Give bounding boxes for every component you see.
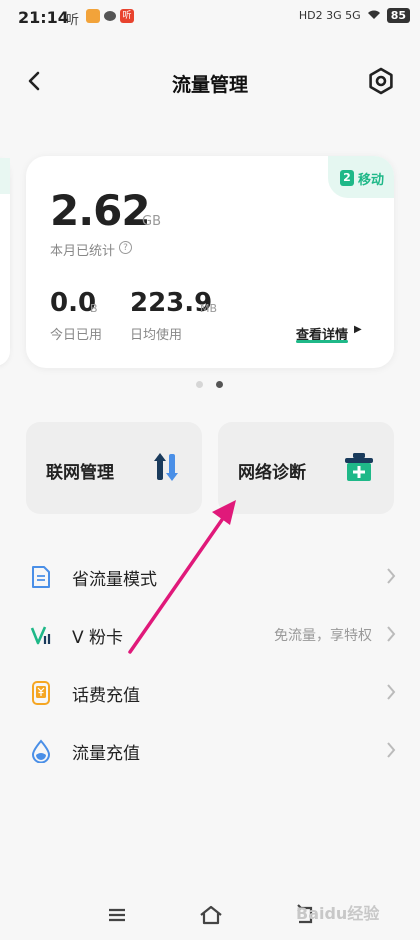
tile-label: 网络诊断	[238, 463, 306, 483]
chevron-right-icon	[387, 626, 396, 642]
menu-button[interactable]	[104, 902, 130, 928]
network-indicator: HD2 3G 5G	[298, 9, 361, 22]
list-item-phone-recharge[interactable]: 话费充值	[0, 664, 420, 722]
network-diagnosis-tile[interactable]: 网络诊断	[218, 422, 394, 514]
carousel-dot-active[interactable]	[216, 381, 223, 388]
carrier-badge: 2 移动	[328, 156, 394, 198]
watermark: Baidu经验	[296, 904, 380, 923]
page-title: 流量管理	[171, 74, 248, 96]
list-item-label: 流量充值	[72, 744, 140, 764]
battery-indicator: 85	[386, 8, 410, 23]
list-item-data-recharge[interactable]: 流量充值	[0, 722, 420, 780]
list-item-label: 话费充值	[72, 686, 140, 706]
app-notification-icon: 听	[66, 13, 80, 28]
previous-card-peek[interactable]	[0, 158, 10, 366]
status-right: HD2 3G 5G 85	[299, 8, 410, 23]
list-item-label: V 粉卡	[72, 628, 124, 648]
month-usage-unit: GB	[142, 214, 161, 229]
list-item-subtitle: 免流量，享特权	[274, 628, 372, 644]
tile-label: 联网管理	[46, 463, 114, 483]
daily-average-label: 日均使用	[130, 328, 183, 343]
settings-gear-icon	[369, 67, 393, 95]
document-saver-icon	[32, 566, 50, 588]
home-icon	[200, 905, 222, 925]
help-icon[interactable]: ?	[119, 241, 132, 254]
play-arrow-icon: ▶	[354, 324, 362, 335]
yen-recharge-icon	[32, 681, 50, 705]
wifi-icon	[367, 9, 381, 23]
list-item-label: 省流量模式	[72, 570, 157, 590]
today-usage-unit: B	[90, 302, 98, 315]
menu-icon	[109, 908, 125, 922]
home-button[interactable]	[198, 902, 224, 928]
daily-average-unit: MB	[200, 302, 218, 315]
chevron-right-icon	[387, 568, 396, 584]
list-item-v-card[interactable]: V 粉卡 免流量，享特权	[0, 606, 420, 664]
medical-kit-icon	[345, 453, 373, 481]
today-usage-label: 今日已用	[50, 328, 103, 343]
details-underline	[296, 340, 348, 343]
chevron-right-icon	[387, 684, 396, 700]
sim-slot-icon: 2	[340, 170, 354, 186]
data-transfer-icon	[154, 453, 178, 481]
message-icon	[104, 11, 116, 21]
app-notification-icon-2: 听	[120, 9, 134, 23]
network-control-tile[interactable]: 联网管理	[26, 422, 202, 514]
list-item-save-data-mode[interactable]: 省流量模式	[0, 548, 420, 606]
data-usage-card[interactable]: 2 移动 2.62 GB 本月已统计 ? 0.0 B 今日已用 223.9 MB…	[26, 156, 394, 368]
app-icon	[86, 9, 100, 23]
month-usage-label: 本月已统计	[50, 244, 116, 259]
status-time: 21:14	[18, 8, 69, 27]
water-drop-icon	[31, 739, 51, 763]
carrier-name: 移动	[358, 173, 385, 188]
v-card-icon	[30, 626, 51, 645]
chevron-right-icon	[387, 742, 396, 758]
month-usage-value: 2.62	[50, 186, 151, 235]
settings-button[interactable]	[366, 66, 396, 96]
carousel-dot[interactable]	[196, 381, 203, 388]
